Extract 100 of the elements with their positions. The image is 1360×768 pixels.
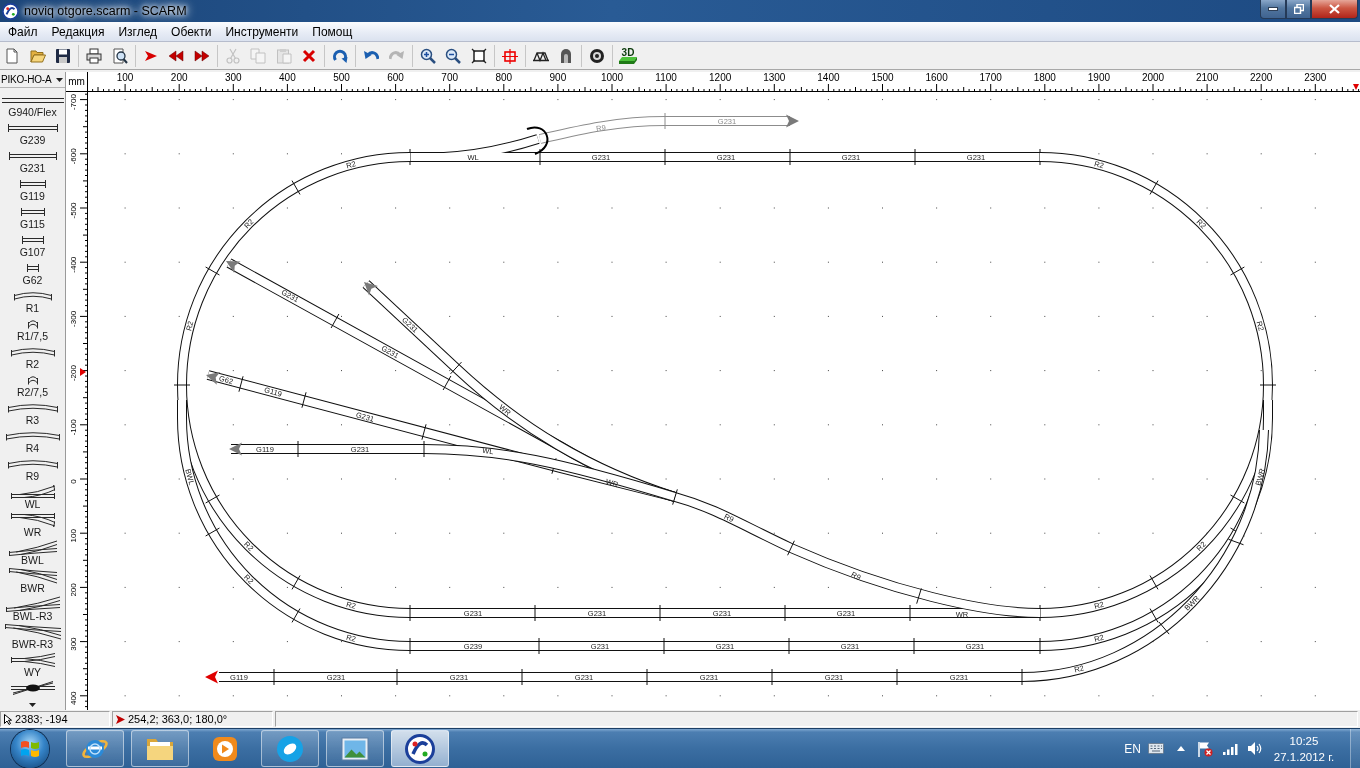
menu-item[interactable]: Обекти [164, 22, 219, 41]
cross-icon [301, 47, 317, 64]
new-file-icon [4, 47, 20, 64]
curved-track-icon [7, 459, 58, 469]
print-preview-icon [111, 47, 128, 64]
library-item[interactable]: WR [0, 514, 65, 542]
ruler-label: 1300 [763, 72, 786, 83]
taskbar-button[interactable] [131, 730, 189, 767]
ruler-label: 400 [69, 691, 78, 705]
rotate-icon [332, 47, 348, 64]
library-item[interactable]: R2 [0, 346, 65, 374]
show-desktop-button[interactable] [1350, 728, 1360, 768]
track-logo-icon [405, 733, 435, 764]
caret-up-icon[interactable] [1177, 746, 1185, 751]
curved-track-icon [7, 403, 58, 413]
menu-item[interactable]: Файл [1, 22, 45, 41]
library-item[interactable]: G231 [0, 150, 65, 178]
straight-track-icon [21, 236, 44, 244]
library-item[interactable]: G62 [0, 262, 65, 290]
folder-icon [146, 736, 174, 761]
ruler-label: 600 [387, 72, 404, 83]
printer-icon [86, 47, 102, 64]
crossing-icon [10, 681, 55, 695]
ruler-label: 1200 [709, 72, 732, 83]
minimize-icon [1268, 7, 1278, 11]
close-icon [1329, 4, 1340, 14]
ruler-label: 1700 [979, 72, 1002, 83]
library-item[interactable]: G239 [0, 122, 65, 150]
start-button[interactable] [11, 729, 49, 768]
caret-down-icon [29, 703, 36, 707]
toolbar-button[interactable]: 3D [616, 43, 640, 68]
taskbar-button[interactable] [326, 730, 384, 767]
library-item[interactable]: BWL-R3 [0, 598, 65, 626]
menu-item[interactable]: Редакция [44, 22, 112, 41]
straight-track-icon [19, 180, 46, 188]
turnout-icon [10, 485, 55, 499]
library-item[interactable]: R1/7,5 [0, 318, 65, 346]
ruler-label: 1000 [600, 72, 624, 83]
library-item[interactable]: R1 [0, 290, 65, 318]
library-item[interactable]: G115 [0, 206, 65, 234]
restore-icon [1293, 4, 1304, 14]
zoom-out-icon [445, 47, 461, 64]
pointer-icon [4, 713, 12, 725]
media-player-icon [212, 735, 238, 762]
clock-date[interactable]: 27.1.2012 г. [1273, 748, 1335, 765]
curved-track-icon [5, 431, 60, 441]
library-item[interactable]: G940/Flex [0, 94, 65, 122]
menu-item[interactable]: Помощ [305, 22, 360, 41]
ruler-label: 2300 [1304, 72, 1327, 83]
library-item[interactable]: BWL [0, 542, 65, 570]
library-dropdown[interactable]: PIKO-HO-A [0, 72, 65, 88]
minimize-button[interactable] [1260, 0, 1286, 19]
cursor-coordinates: 2383; -194 [15, 713, 68, 725]
library-item[interactable]: R4 [0, 430, 65, 458]
ruler-label: -700 [69, 94, 78, 111]
library-item[interactable]: R9 [0, 458, 65, 486]
library-item[interactable]: G119 [0, 178, 65, 206]
menu-item[interactable]: Инструменти [218, 22, 306, 41]
curved-track-icon [13, 291, 52, 301]
window-title: noviq otgore.scarm - SCARM [24, 4, 187, 18]
paste-icon [275, 47, 292, 64]
library-item[interactable]: G107 [0, 234, 65, 262]
signal-bars-icon[interactable] [1223, 742, 1239, 755]
cursor-marker-icon [1353, 84, 1359, 90]
taskbar-button[interactable] [391, 730, 449, 767]
library-item[interactable]: R2/7,5 [0, 374, 65, 402]
restore-button[interactable] [1286, 0, 1311, 19]
flag-alert-icon[interactable] [1197, 740, 1213, 757]
ruler-label: -400 [69, 256, 78, 273]
language-indicator[interactable]: EN [1124, 741, 1141, 756]
ruler-label: 1800 [1033, 72, 1056, 83]
ruler-label: 500 [333, 72, 350, 83]
section-frame-icon [501, 47, 518, 64]
clock-time[interactable]: 10:25 [1289, 732, 1319, 749]
save-icon [55, 47, 71, 64]
keyboard-icon[interactable] [1148, 743, 1164, 754]
ruler-label: 300 [69, 637, 78, 651]
arrow-right-icon [116, 714, 125, 724]
ruler-label: 2000 [1141, 72, 1165, 83]
unit-label: mm [66, 72, 88, 92]
curved-turnout-icon [8, 540, 57, 556]
library-item[interactable]: BWR-R3 [0, 626, 65, 654]
library-item[interactable]: BWR [0, 570, 65, 598]
library-item[interactable]: WY [0, 654, 65, 682]
ruler-label: 900 [549, 72, 567, 83]
scissors-icon [224, 47, 241, 64]
menu-item[interactable]: Изглед [111, 22, 165, 41]
tunnel-icon [558, 47, 574, 64]
ruler-label: -200 [69, 365, 78, 382]
ruler-label: 800 [495, 72, 513, 83]
library-item[interactable]: R3 [0, 402, 65, 430]
library-item[interactable]: WL [0, 486, 65, 514]
taskbar-button[interactable] [261, 730, 319, 767]
ruler-label: 2200 [1250, 72, 1273, 83]
speaker-icon[interactable] [1248, 742, 1262, 755]
close-button[interactable] [1311, 0, 1358, 19]
joint-arc-icon [526, 126, 549, 155]
selection-position: 254,2; 363,0; 180,0° [128, 713, 228, 725]
flag-logo-icon [20, 739, 40, 758]
curved-turnout-icon [8, 568, 57, 584]
